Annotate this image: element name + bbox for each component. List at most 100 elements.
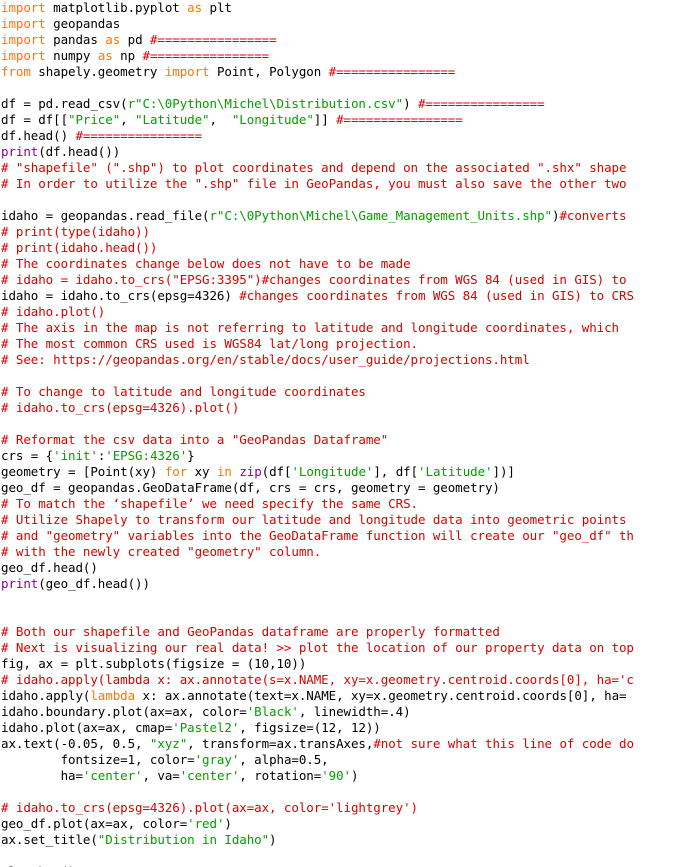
code-line[interactable] <box>0 608 674 624</box>
code-token-com: # The coordinates change below does not … <box>1 256 411 271</box>
code-token-plain: ax.set_title( <box>1 832 98 847</box>
code-line[interactable]: ax.set_title("Distribution in Idaho") <box>0 832 674 848</box>
code-token-str: 'center' <box>179 768 240 783</box>
code-token-str: "Latitude" <box>135 112 210 127</box>
code-line[interactable]: import matplotlib.pyplot as plt <box>0 0 674 16</box>
code-line[interactable]: # Next is visualizing our real data! >> … <box>0 640 674 656</box>
code-line[interactable]: # idaho = idaho.to_crs("EPSG:3395")#chan… <box>0 272 674 288</box>
code-token-com: #================ <box>336 112 463 127</box>
code-token-plain: xy <box>187 464 217 479</box>
code-token-plain: idaho.boundary.plot(ax=ax, color= <box>1 704 247 719</box>
code-line[interactable]: df = df[["Price", "Latitude", "Longitude… <box>0 112 674 128</box>
code-line[interactable]: ax.text(-0.05, 0.5, "xyz", transform=ax.… <box>0 736 674 752</box>
code-line[interactable]: geo_df.plot(ax=ax, color='red') <box>0 816 674 832</box>
code-token-plain: fontsize=1, color= <box>1 752 195 767</box>
code-line[interactable]: # To match the ‘shapefile’ we need speci… <box>0 496 674 512</box>
code-token-com: # In order to utilize the ".shp" file in… <box>1 176 627 191</box>
code-token-plain: x: ax.annotate(text=x.NAME, xy=x.geometr… <box>135 688 627 703</box>
code-token-str: 'Black' <box>246 704 299 719</box>
code-token-plain: matplotlib.pyplot <box>45 0 188 15</box>
code-token-plain: idaho.plot(ax=ax, cmap= <box>1 720 173 735</box>
code-token-com: #================ <box>328 64 456 79</box>
code-line[interactable]: idaho = geopandas.read_file(r"C:\0Python… <box>0 208 674 224</box>
code-token-plain: (df.head()) <box>38 144 121 159</box>
code-line[interactable] <box>0 848 674 864</box>
code-line[interactable]: from shapely.geometry import Point, Poly… <box>0 64 674 80</box>
code-token-com: # To match the ‘shapefile’ we need speci… <box>1 496 418 511</box>
code-line[interactable]: import pandas as pd #================ <box>0 32 674 48</box>
code-line[interactable]: # See: https://geopandas.org/en/stable/d… <box>0 352 674 368</box>
code-token-plain: np <box>112 48 143 63</box>
code-line[interactable]: # print(type(idaho)) <box>0 224 674 240</box>
code-token-plain: crs = { <box>1 448 54 463</box>
code-token-str: 'red' <box>187 816 225 831</box>
code-line[interactable]: df = pd.read_csv(r"C:\0Python\Michel\Dis… <box>0 96 674 112</box>
code-token-plain: ha= <box>1 768 83 783</box>
code-line[interactable]: # The coordinates change below does not … <box>0 256 674 272</box>
code-line[interactable]: geometry = [Point(xy) for xy in zip(df['… <box>0 464 674 480</box>
code-line[interactable] <box>0 192 674 208</box>
code-line[interactable]: fig, ax = plt.subplots(figsize = (10,10)… <box>0 656 674 672</box>
code-token-com: #not sure what this line of code do <box>373 736 634 751</box>
code-token-kw: lambda <box>90 688 136 703</box>
code-line[interactable]: # and "geometry" variables into the GeoD… <box>0 528 674 544</box>
code-line[interactable]: print(geo_df.head()) <box>0 576 674 592</box>
code-token-plain: geopandas <box>45 16 121 31</box>
code-token-com: # The most common CRS used is WGS84 lat/… <box>1 336 418 351</box>
code-token-plain: numpy <box>45 48 98 63</box>
code-token-com: # idaho.to_crs(epsg=4326).plot(ax=ax, co… <box>1 800 418 815</box>
code-line[interactable] <box>0 416 674 432</box>
code-line[interactable]: ha='center', va='center', rotation='90') <box>0 768 674 784</box>
code-token-plain: fig, ax = plt.subplots(figsize = (10,10)… <box>1 656 307 671</box>
code-token-str: "Price" <box>68 112 121 127</box>
code-line[interactable]: import numpy as np #================ <box>0 48 674 64</box>
code-line[interactable] <box>0 592 674 608</box>
code-line[interactable]: # print(idaho.head()) <box>0 240 674 256</box>
code-line[interactable] <box>0 368 674 384</box>
code-token-kw: import <box>1 48 46 63</box>
code-token-kw: import <box>164 64 210 79</box>
code-token-kw: import <box>1 32 46 47</box>
code-token-plain: ])] <box>492 464 515 479</box>
code-line[interactable]: # The most common CRS used is WGS84 lat/… <box>0 336 674 352</box>
code-line[interactable]: # Utilize Shapely to transform our latit… <box>0 512 674 528</box>
code-line[interactable]: import geopandas <box>0 16 674 32</box>
code-token-bi: zip <box>239 464 262 479</box>
code-line[interactable]: df.head() #================ <box>0 128 674 144</box>
code-token-plain: df.head() <box>1 128 76 143</box>
code-line[interactable]: idaho.boundary.plot(ax=ax, color='Black'… <box>0 704 674 720</box>
code-line[interactable]: # In order to utilize the ".shp" file in… <box>0 176 674 192</box>
code-line[interactable]: # idaho.plot() <box>0 304 674 320</box>
code-line[interactable]: crs = {'init':'EPSG:4326'} <box>0 448 674 464</box>
code-line[interactable]: # idaho.apply(lambda x: ax.annotate(s=x.… <box>0 672 674 688</box>
code-line[interactable]: # idaho.to_crs(epsg=4326).plot(ax=ax, co… <box>0 800 674 816</box>
code-line[interactable]: idaho.apply(lambda x: ax.annotate(text=x… <box>0 688 674 704</box>
code-line[interactable]: # Reformat the csv data into a "GeoPanda… <box>0 432 674 448</box>
code-token-plain: pd <box>120 32 150 47</box>
code-token-bi: print <box>1 144 39 159</box>
code-line[interactable]: # "shapefile" (".shp") to plot coordinat… <box>0 160 674 176</box>
code-editor-pane[interactable]: import matplotlib.pyplot as plt import ge… <box>0 0 674 867</box>
code-token-str: "Distribution in Idaho" <box>97 832 270 847</box>
code-line[interactable]: # The axis in the map is not referring t… <box>0 320 674 336</box>
code-line[interactable]: fontsize=1, color='gray', alpha=0.5, <box>0 752 674 768</box>
code-token-str: 'Latitude' <box>418 464 493 479</box>
code-line[interactable]: geo_df = geopandas.GeoDataFrame(df, crs … <box>0 480 674 496</box>
code-token-com: # Next is visualizing our real data! >> … <box>1 640 634 655</box>
code-token-plain: } <box>187 448 195 463</box>
code-line[interactable]: # idaho.to_crs(epsg=4326).plot() <box>0 400 674 416</box>
code-token-str: 'Longitude' <box>291 464 374 479</box>
code-line[interactable]: # with the newly created "geometry" colu… <box>0 544 674 560</box>
code-token-plain: idaho = geopandas.read_file( <box>1 208 210 223</box>
code-line[interactable] <box>0 784 674 800</box>
code-line[interactable]: print(df.head()) <box>0 144 674 160</box>
code-token-plain: ) <box>269 832 277 847</box>
code-line[interactable]: idaho = idaho.to_crs(epsg=4326) #changes… <box>0 288 674 304</box>
code-line[interactable]: geo_df.head() <box>0 560 674 576</box>
code-line[interactable] <box>0 80 674 96</box>
code-line[interactable]: # To change to latitude and longitude co… <box>0 384 674 400</box>
code-token-com: #================ <box>142 48 270 63</box>
code-token-plain: pandas <box>45 32 106 47</box>
code-line[interactable]: idaho.plot(ax=ax, cmap='Pastel2', figsiz… <box>0 720 674 736</box>
code-line[interactable]: # Both our shapefile and GeoPandas dataf… <box>0 624 674 640</box>
